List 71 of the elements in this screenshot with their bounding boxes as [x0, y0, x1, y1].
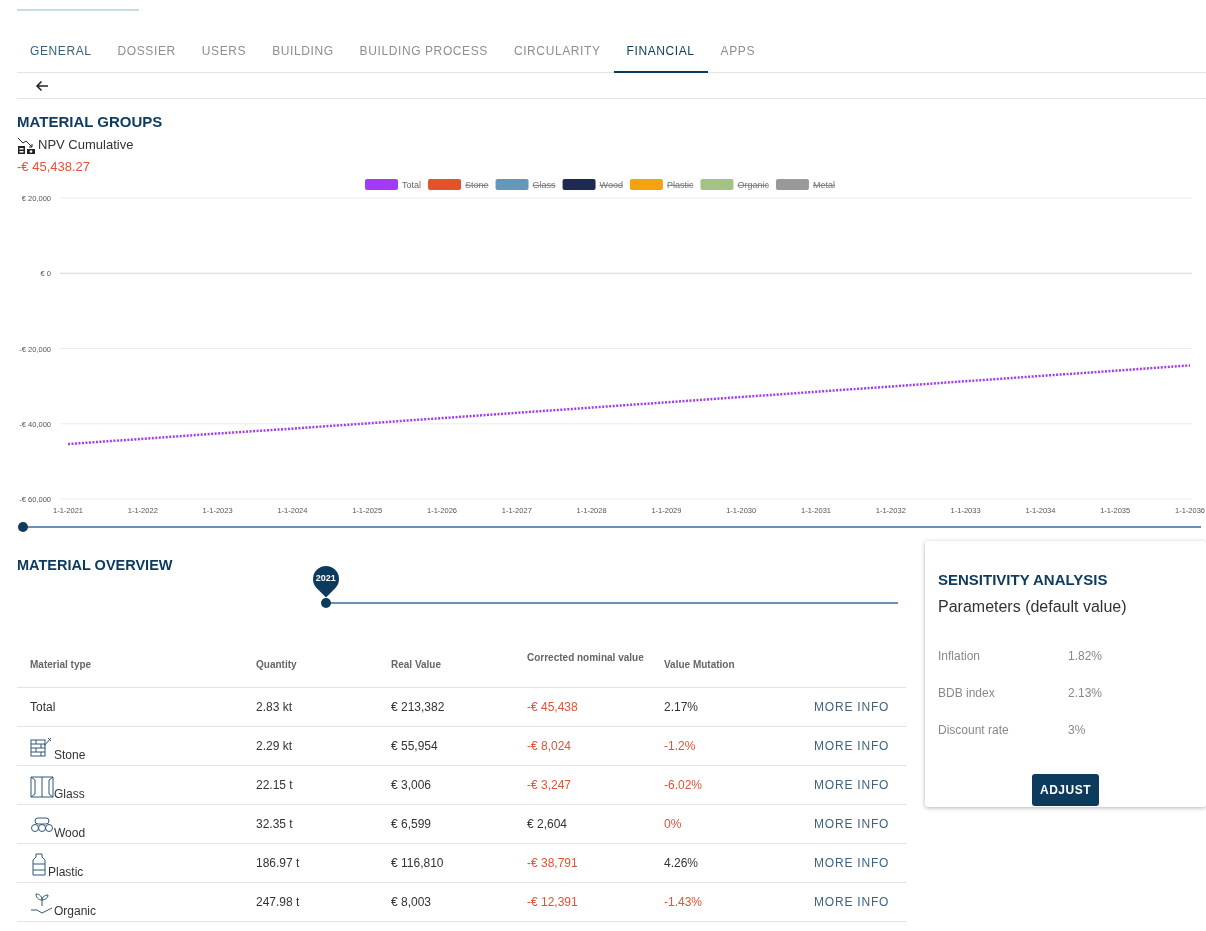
parameter-value: 2.13%	[1068, 684, 1104, 702]
parameter-value: 1.82%	[1068, 647, 1104, 665]
back-arrow-icon[interactable]	[35, 79, 49, 92]
table-cell-text: 2.29 kt	[256, 738, 294, 755]
table-cell-text: € 213,382	[391, 699, 446, 716]
metric-value: -€ 45,438.27	[17, 157, 91, 176]
table-cell-text: -€ 8,024	[527, 738, 573, 755]
table-cell-text: Total	[30, 699, 56, 716]
metric-label: NPV Cumulative	[38, 136, 134, 154]
bottle-icon	[30, 853, 48, 877]
more-info-link[interactable]: MORE INFO	[814, 776, 919, 794]
table-cell-text: Glass	[54, 786, 85, 803]
table-cell-text: 247.98 t	[256, 894, 301, 911]
table-cell-text: Organic	[54, 903, 97, 920]
legend-label: Total	[402, 180, 422, 190]
column-header: Material type	[30, 657, 93, 672]
table-cell-text: -€ 3,247	[527, 777, 573, 794]
more-info-link[interactable]: MORE INFO	[814, 893, 919, 911]
table-cell-text: 186.97 t	[256, 855, 301, 872]
table-cell-text: € 3,006	[391, 777, 433, 794]
table-cell-text: 2.83 kt	[256, 699, 294, 716]
table-cell-text: 4.26%	[664, 855, 700, 872]
table-cell-text: Plastic	[48, 864, 84, 881]
tab[interactable]: FINANCIAL	[613, 34, 708, 73]
money-chart-icon	[17, 136, 36, 155]
plant-hand-icon	[30, 892, 54, 916]
table-cell-text: € 116,810	[391, 855, 445, 872]
table-cell-text: 2.17%	[664, 699, 700, 716]
column-header: Quantity	[256, 657, 298, 672]
window-icon	[30, 775, 54, 799]
card-subtitle: Parameters (default value)	[938, 597, 1128, 617]
table-cell-text: 32.35 t	[256, 816, 294, 833]
table-cell-text: € 2,604	[527, 816, 569, 833]
table-cell-text: -€ 38,791	[527, 855, 579, 872]
table-cell-text: € 6,599	[391, 816, 433, 833]
table-cell-text: -1.2%	[664, 738, 697, 755]
adjust-button[interactable]: ADJUST	[1032, 774, 1099, 806]
bricks-icon	[30, 736, 54, 760]
tab[interactable]: CIRCULARITY	[500, 34, 614, 73]
card-title: SENSITIVITY ANALYSIS	[938, 571, 1109, 589]
more-info-link[interactable]: MORE INFO	[814, 854, 919, 872]
more-info-link[interactable]: MORE INFO	[814, 815, 919, 833]
more-info-link[interactable]: MORE INFO	[814, 737, 919, 755]
column-header: Real Value	[391, 657, 443, 672]
parameter-label: BDB index	[938, 684, 996, 702]
slider-thumb[interactable]	[321, 598, 331, 608]
table-cell-text: -6.02%	[664, 777, 704, 794]
tab[interactable]: BUILDING	[259, 34, 347, 73]
tab[interactable]: BUILDING PROCESS	[346, 34, 501, 73]
slider-thumb[interactable]	[18, 522, 28, 532]
column-header: Corrected nominal value	[527, 651, 645, 665]
tab[interactable]: APPS	[707, 34, 769, 73]
table-cell-text: € 8,003	[391, 894, 433, 911]
table-cell-text: -€ 12,391	[527, 894, 579, 911]
table-cell-text: -€ 45,438	[527, 699, 579, 716]
table-cell-text: 0%	[664, 816, 683, 833]
parameter-label: Discount rate	[938, 721, 1010, 739]
table-cell-text: 22.15 t	[256, 777, 294, 794]
column-header: Value Mutation	[664, 657, 736, 672]
tab[interactable]: GENERAL	[17, 34, 105, 73]
parameter-value: 3%	[1068, 721, 1087, 739]
more-info-link[interactable]: MORE INFO	[814, 698, 919, 716]
section-title: MATERIAL GROUPS	[17, 113, 164, 131]
tab[interactable]: DOSSIER	[104, 34, 189, 73]
table-cell-text: Stone	[54, 747, 86, 764]
tab[interactable]: USERS	[188, 34, 260, 73]
table-cell-text: Wood	[54, 825, 86, 842]
parameter-label: Inflation	[938, 647, 982, 665]
table-cell-text: -1.43%	[664, 894, 704, 911]
legend-item[interactable]: Organic	[700, 179, 769, 190]
table-cell-text: € 55,954	[391, 738, 439, 755]
